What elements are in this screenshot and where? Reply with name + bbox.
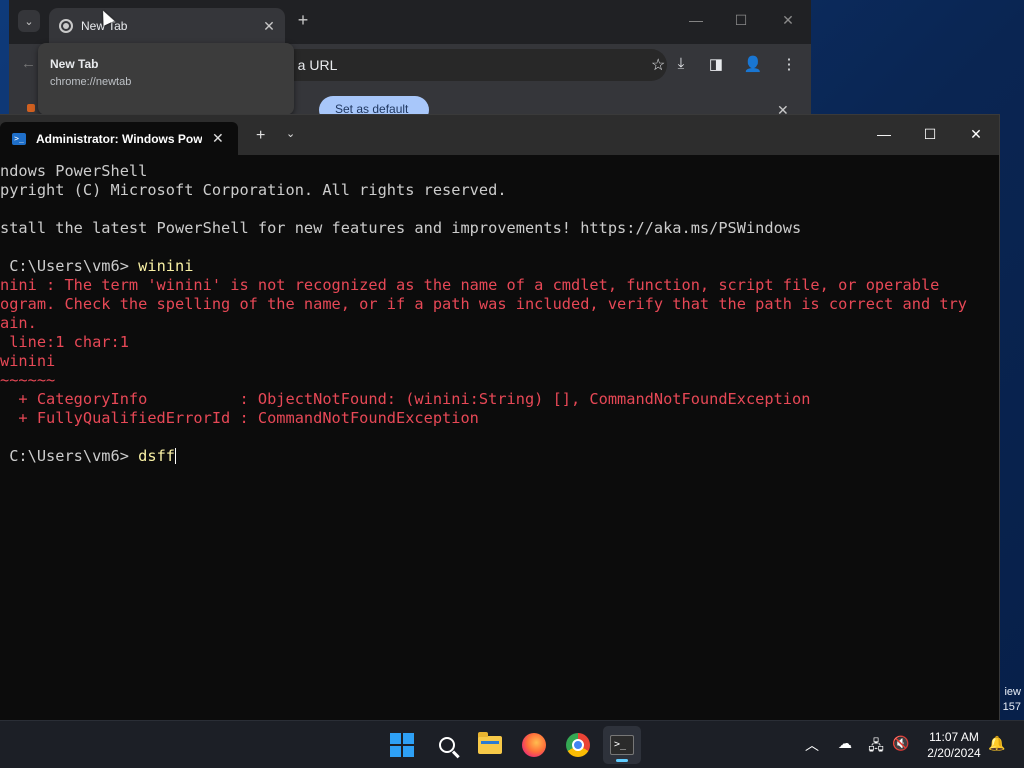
clock-date: 2/20/2024 (927, 746, 981, 760)
error-line: ogram. Check the spelling of the name, o… (0, 295, 967, 313)
chrome-tabstrip: ⌄ New Tab ✕ + — ☐ ✕ (9, 0, 811, 44)
minimize-button[interactable]: — (686, 12, 706, 28)
terminal-titlebar: >_ Administrator: Windows PowerShell ✕ +… (0, 115, 999, 155)
new-tab-button[interactable]: + (292, 10, 314, 31)
output-line: ndows PowerShell (0, 162, 148, 180)
start-button[interactable] (383, 726, 421, 764)
notification-bell-icon[interactable]: 🔔 (987, 735, 1007, 752)
hover-card-title: New Tab (50, 57, 99, 71)
windows-logo-icon (390, 733, 414, 757)
search-icon (439, 737, 455, 753)
close-tab-button[interactable]: ✕ (212, 130, 224, 147)
error-line: + CategoryInfo : ObjectNotFound: (winini… (0, 390, 811, 408)
hover-card-url: chrome://newtab (50, 76, 132, 88)
prompt-line[interactable]: C:\Users\vm6> dsff (0, 447, 999, 466)
error-line: ain. (0, 314, 37, 332)
command-text: winini (138, 257, 194, 275)
taskbar-chrome[interactable] (559, 726, 597, 764)
clock[interactable]: 11:07 AM 2/20/2024 (918, 729, 990, 761)
folder-icon (478, 732, 502, 754)
prompt-line: C:\Users\vm6> winini (0, 257, 999, 276)
active-app-indicator (616, 759, 628, 762)
search-button[interactable] (428, 726, 466, 764)
volume-muted-icon[interactable]: 🔇 (891, 735, 911, 752)
command-input[interactable]: dsff (138, 447, 175, 465)
terminal-tab-powershell[interactable]: >_ Administrator: Windows PowerShell ✕ (0, 122, 238, 155)
tab-hover-card: New Tab chrome://newtab (38, 43, 294, 115)
error-line: line:1 char:1 (0, 333, 129, 351)
error-line: + FullyQualifiedErrorId : CommandNotFoun… (0, 409, 479, 427)
desktop-edge-label: 157 (1002, 701, 1021, 713)
close-window-button[interactable]: ✕ (965, 126, 987, 143)
error-line: ~~~~~~ (0, 371, 56, 389)
error-line: winini (0, 352, 56, 370)
network-icon[interactable]: 🖧 (866, 735, 886, 759)
tab-search-button[interactable]: ⌄ (18, 10, 40, 32)
clock-time: 11:07 AM (929, 730, 979, 744)
profile-icon[interactable]: 👤 (743, 55, 763, 73)
chrome-tab-new-tab[interactable]: New Tab ✕ (49, 8, 285, 44)
taskbar-file-explorer[interactable] (471, 726, 509, 764)
prompt-text: C:\Users\vm6> (0, 257, 139, 275)
text-cursor (175, 448, 176, 464)
banner-icon (27, 104, 35, 112)
firefox-icon (522, 733, 546, 757)
onedrive-icon[interactable]: ☁ (835, 735, 855, 752)
taskbar-terminal[interactable]: >_ (603, 726, 641, 764)
chrome-icon (566, 733, 590, 757)
taskbar-firefox[interactable] (515, 726, 553, 764)
chevron-down-icon: ⌄ (24, 15, 34, 28)
maximize-button[interactable]: ☐ (731, 12, 751, 29)
menu-icon[interactable]: ⋮ (779, 55, 799, 73)
desktop-edge-label: iew (1004, 686, 1021, 698)
close-tab-button[interactable]: ✕ (259, 18, 279, 35)
new-tab-button[interactable]: + (256, 127, 265, 145)
terminal-tab-title: Administrator: Windows PowerShell (36, 131, 202, 146)
chevron-up-icon[interactable]: ︿ (802, 735, 822, 755)
terminal-output[interactable]: ndows PowerShell pyright (C) Microsoft C… (0, 155, 999, 721)
terminal-window: >_ Administrator: Windows PowerShell ✕ +… (0, 114, 1000, 720)
output-line: pyright (C) Microsoft Corporation. All r… (0, 181, 507, 199)
taskbar: >_ ︿ ☁ 🖧 🔇 11:07 AM 2/20/2024 🔔 (0, 720, 1024, 768)
prompt-text: C:\Users\vm6> (0, 447, 139, 465)
powershell-icon: >_ (12, 132, 26, 145)
star-icon[interactable]: ☆ (651, 55, 665, 75)
maximize-button[interactable]: ☐ (919, 126, 941, 143)
side-panel-icon[interactable]: ◨ (706, 55, 726, 73)
close-window-button[interactable]: ✕ (778, 12, 798, 29)
chrome-favicon-icon (59, 19, 73, 33)
minimize-button[interactable]: — (873, 126, 895, 142)
back-arrow-icon[interactable]: ← (21, 55, 36, 72)
profile-dropdown-button[interactable]: ⌄ (286, 127, 295, 140)
download-icon[interactable]: ⤓ (671, 55, 691, 72)
output-line: stall the latest PowerShell for new feat… (0, 219, 802, 237)
terminal-icon: >_ (610, 735, 634, 755)
error-line: nini : The term 'winini' is not recogniz… (0, 276, 940, 294)
